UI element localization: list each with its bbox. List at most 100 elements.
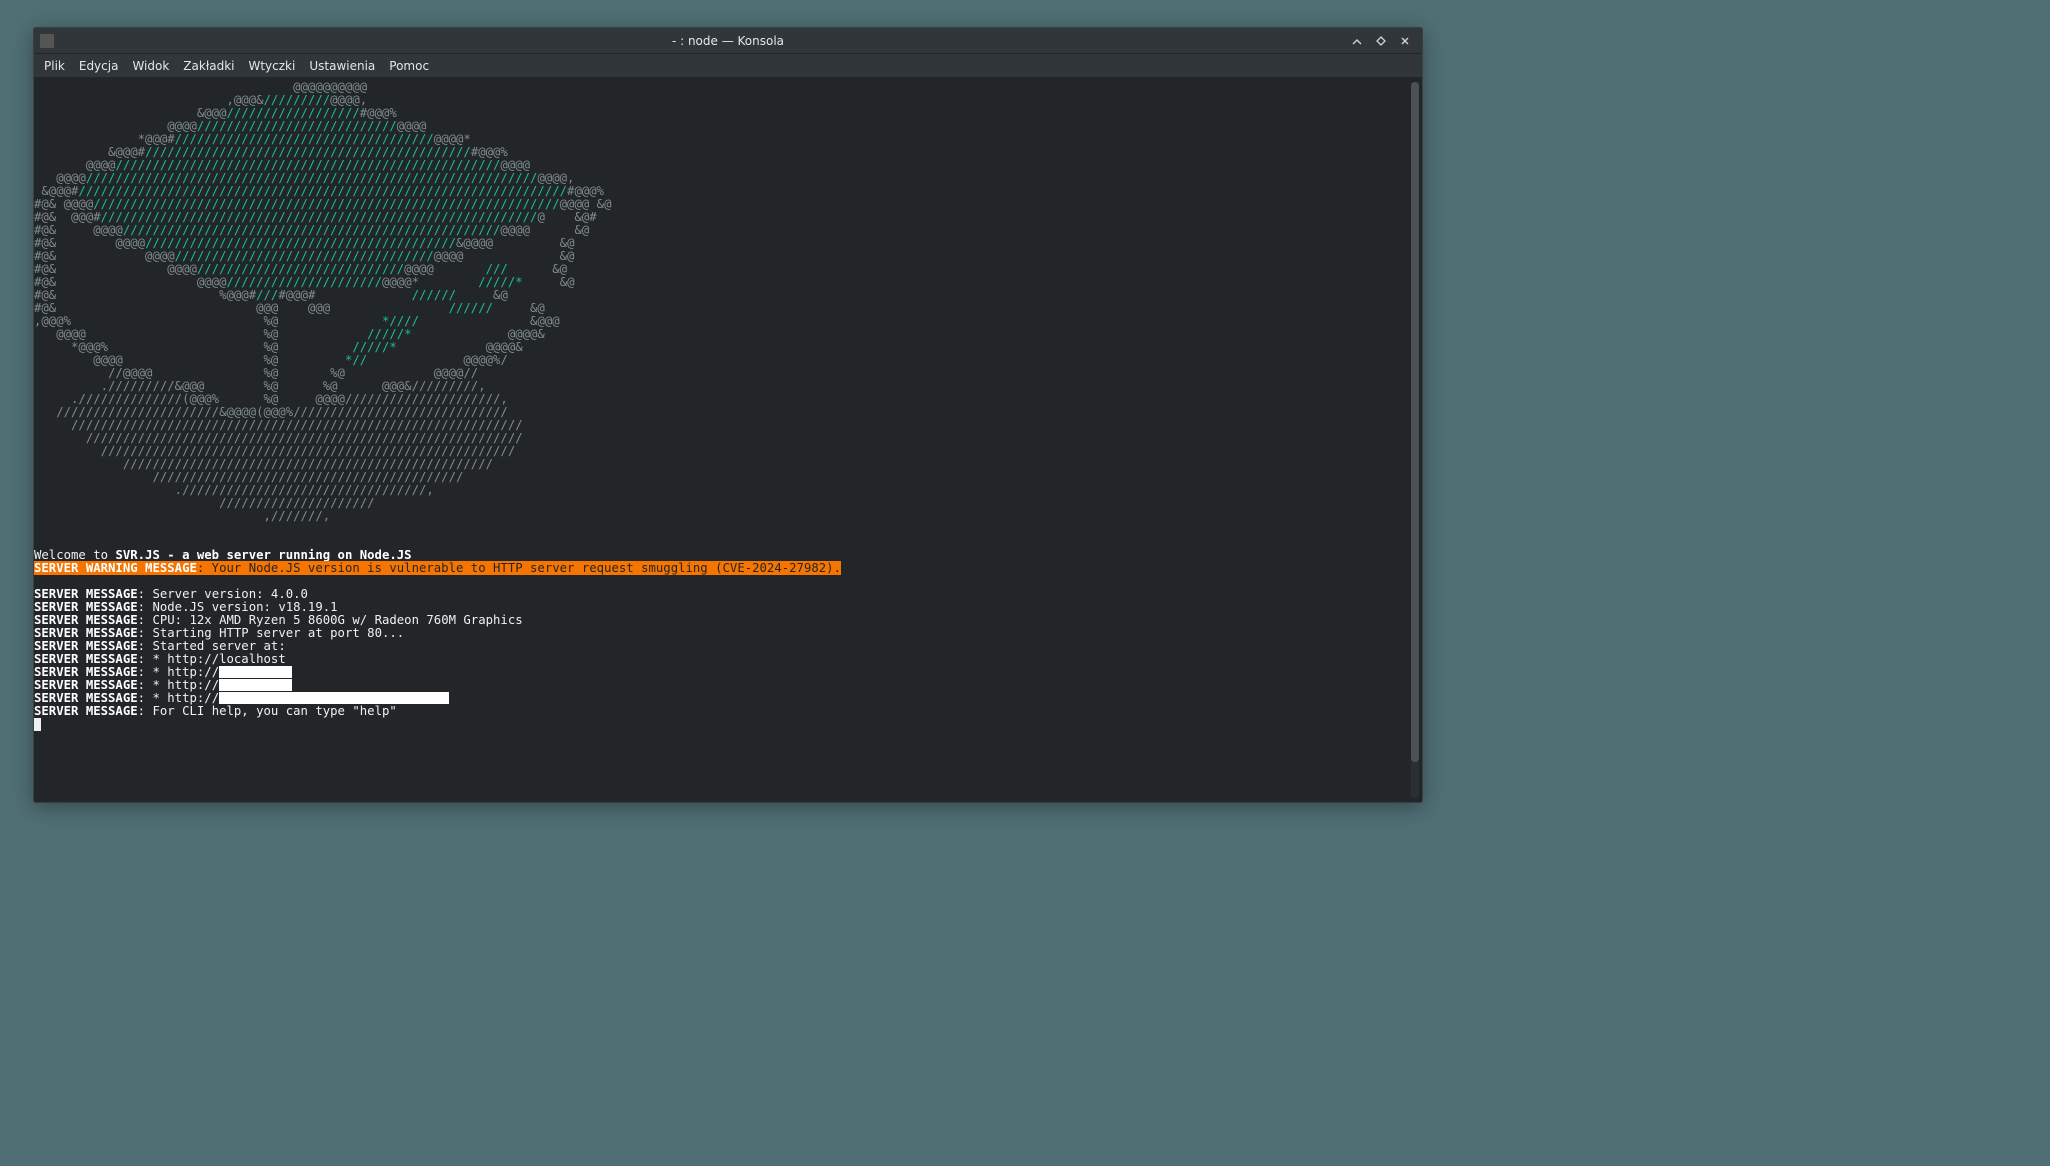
server-message-label: SERVER MESSAGE xyxy=(34,639,138,653)
server-message-text: : Started server at: xyxy=(138,639,286,653)
ascii-art-line: &@@@# xyxy=(34,145,145,159)
scrollbar[interactable] xyxy=(1411,82,1419,798)
ascii-art-line: #@& @@@@ xyxy=(34,223,123,237)
server-message-text: : * http:// xyxy=(138,691,219,705)
maximize-button[interactable] xyxy=(1374,34,1388,48)
ascii-art-line: ////////////////////////////////////////… xyxy=(101,210,538,224)
ascii-art-line: @@@@& xyxy=(397,340,523,354)
ascii-art-line: #@& @@@ @@@ xyxy=(34,301,330,315)
ascii-art-line: @@@@ &@ xyxy=(500,223,589,237)
ascii-art-line: &@@@ xyxy=(34,106,227,120)
server-message-label: SERVER MESSAGE xyxy=(34,691,138,705)
ascii-art-line: ///////////////////// xyxy=(227,275,382,289)
ascii-art-line: /////////////////////////////////// xyxy=(175,132,434,146)
ascii-art-line: /////* xyxy=(278,327,411,341)
ascii-art-line: ////////////////////////////////////////… xyxy=(34,431,523,445)
server-message-text: : * http://localhost xyxy=(138,652,286,666)
ascii-art-line: #@& @@@@ xyxy=(34,262,197,276)
ascii-art-line: @@@@ &@ xyxy=(560,197,612,211)
server-message-label: SERVER MESSAGE xyxy=(34,626,138,640)
server-message-label: SERVER MESSAGE xyxy=(34,613,138,627)
ascii-art-line: ////////////////////////////////////////… xyxy=(123,223,501,237)
ascii-art-line: ///////////////////// xyxy=(34,496,375,510)
ascii-art-line: //@@@@ %@ %@ @@@@// xyxy=(34,366,478,380)
server-message-text: : For CLI help, you can type "help" xyxy=(138,704,397,718)
server-warning-text: : Your Node.JS version is vulnerable to … xyxy=(197,561,841,575)
server-message-text: : Starting HTTP server at port 80... xyxy=(138,626,405,640)
menu-ustawienia[interactable]: Ustawienia xyxy=(309,59,375,73)
ascii-art-line: *//// xyxy=(278,314,419,328)
ascii-art-line: &@ xyxy=(493,301,545,315)
ascii-art-line: *// xyxy=(278,353,367,367)
ascii-art-line: ////////////////////////////////////////… xyxy=(145,145,471,159)
ascii-art-line: &@@@ xyxy=(419,314,560,328)
ascii-art-line: ////////////////////////////////////////… xyxy=(145,236,456,250)
ascii-art-line: @@@@, xyxy=(537,171,574,185)
server-message-text: : CPU: 12x AMD Ryzen 5 8600G w/ Radeon 7… xyxy=(138,613,523,627)
welcome-appname: SVR.JS - a web server running on Node.JS xyxy=(115,548,411,562)
ascii-art-line: @@@@* xyxy=(382,275,419,289)
terminal-window: - : node — Konsola Plik Edycja Widok Zak… xyxy=(33,27,1423,803)
ascii-art-line: *@@@% %@ xyxy=(34,340,278,354)
ascii-art-line: @@@@& xyxy=(412,327,545,341)
redacted-ip xyxy=(219,666,292,678)
ascii-art-line: ////////////////////////////////////////… xyxy=(115,158,500,172)
ascii-art-line: @@@@%/ xyxy=(367,353,508,367)
scrollbar-thumb[interactable] xyxy=(1411,82,1419,762)
server-warning-label: SERVER WARNING MESSAGE xyxy=(34,561,197,575)
ascii-art-line: #@& @@@@ xyxy=(34,197,93,211)
ascii-art-line: @@@@@@@@@@ xyxy=(34,80,367,94)
ascii-art-line: ///////// xyxy=(264,93,331,107)
redacted-ip xyxy=(219,692,449,704)
menu-widok[interactable]: Widok xyxy=(132,59,169,73)
ascii-art-line: ////////////////////////////////////////… xyxy=(34,418,523,432)
ascii-art-line: ////////////////////////////////////////… xyxy=(86,171,538,185)
menu-plik[interactable]: Plik xyxy=(44,59,65,73)
ascii-art-line: /////* xyxy=(278,340,396,354)
window-title: - : node — Konsola xyxy=(34,34,1422,48)
ascii-art-line: #@@@# xyxy=(278,288,315,302)
ascii-art-line: @@@@ &@ xyxy=(434,249,575,263)
menu-zakladki[interactable]: Zakładki xyxy=(183,59,234,73)
welcome-text: Welcome to xyxy=(34,548,115,562)
minimize-button[interactable] xyxy=(1350,34,1364,48)
ascii-art-line: @@@@, xyxy=(330,93,367,107)
ascii-art-line: ./////////&@@@ %@ %@ @@@&/////////, xyxy=(34,379,486,393)
terminal-output[interactable]: @@@@@@@@@@ ,@@@&/////////@@@@, &@@@/////… xyxy=(34,78,1408,802)
ascii-art-line: *@@@# xyxy=(34,132,175,146)
menu-pomoc[interactable]: Pomoc xyxy=(389,59,429,73)
ascii-art-line: &@ xyxy=(508,262,567,276)
ascii-art-line: #@& %@@@# xyxy=(34,288,256,302)
ascii-art-line: #@& @@@@ xyxy=(34,249,175,263)
terminal-cursor xyxy=(34,718,41,731)
ascii-art-line: @@@@ xyxy=(397,119,427,133)
ascii-art-line: ////////////////// xyxy=(227,106,360,120)
server-message-label: SERVER MESSAGE xyxy=(34,652,138,666)
ascii-art-line: &@@@@ &@ xyxy=(456,236,574,250)
ascii-art-line: ////////////////////////////////////////… xyxy=(93,197,559,211)
ascii-art-line: @@@@ xyxy=(404,262,434,276)
menu-wtyczki[interactable]: Wtyczki xyxy=(248,59,295,73)
ascii-art-line: ////////////////////////////////////////… xyxy=(34,470,463,484)
server-message-text: : Server version: 4.0.0 xyxy=(138,587,308,601)
menubar: Plik Edycja Widok Zakładki Wtyczki Ustaw… xyxy=(34,54,1422,78)
ascii-art-line: /// xyxy=(434,262,508,276)
ascii-art-line: @@@@ %@ xyxy=(34,353,278,367)
ascii-art-line: /////* xyxy=(419,275,523,289)
ascii-art-line: ,@@@% %@ xyxy=(34,314,278,328)
ascii-art-line: #@@@% xyxy=(360,106,397,120)
ascii-art-line: #@@@% xyxy=(567,184,604,198)
konsole-icon xyxy=(40,34,54,48)
close-button[interactable] xyxy=(1398,34,1412,48)
ascii-art-line: /////////////////////////// xyxy=(197,119,397,133)
titlebar[interactable]: - : node — Konsola xyxy=(34,28,1422,54)
ascii-art-line: #@& @@@@ xyxy=(34,275,227,289)
ascii-art-line: ,///////, xyxy=(34,509,330,523)
ascii-art-line: /// xyxy=(256,288,278,302)
server-message-text: : Node.JS version: v18.19.1 xyxy=(138,600,338,614)
ascii-art-line: @@@@ xyxy=(500,158,530,172)
ascii-art-line: @@@@ xyxy=(34,119,197,133)
menu-edycja[interactable]: Edycja xyxy=(79,59,119,73)
ascii-art-line: @@@@ xyxy=(34,158,115,172)
ascii-art-line: ////////////////////////////////////////… xyxy=(34,444,515,458)
